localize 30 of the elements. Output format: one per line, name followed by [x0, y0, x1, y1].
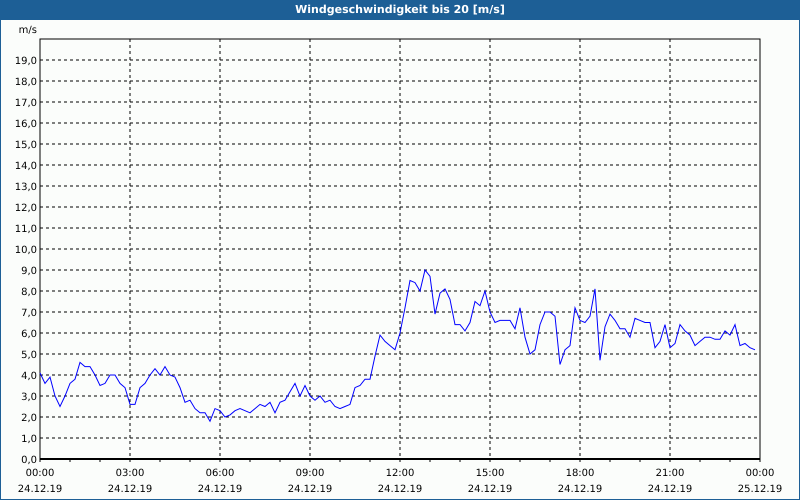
y-tick-label: 0,0 — [21, 455, 37, 466]
y-tick-label: 9,0 — [21, 266, 37, 277]
y-tick-label: 3,0 — [21, 392, 37, 403]
y-tick-label: 2,0 — [21, 413, 37, 424]
y-tick-label: 12,0 — [14, 203, 37, 214]
y-tick-label: 10,0 — [14, 245, 37, 256]
y-tick-label: 15,0 — [14, 140, 37, 151]
y-tick-label: 14,0 — [14, 161, 37, 172]
x-tick-label: 15:00 24.12.19 — [468, 468, 512, 495]
x-tick-label: 21:00 24.12.19 — [648, 468, 692, 495]
y-axis-unit: m/s — [18, 25, 37, 36]
y-tick-label: 8,0 — [21, 287, 37, 298]
x-tick-label: 12:00 24.12.19 — [378, 468, 422, 495]
x-tick-label: 18:00 24.12.19 — [558, 468, 602, 495]
x-tick-label: 06:00 24.12.19 — [198, 468, 242, 495]
y-tick-label: 7,0 — [21, 308, 37, 319]
y-tick-label: 13,0 — [14, 182, 37, 193]
y-tick-label: 17,0 — [14, 98, 37, 109]
y-tick-label: 16,0 — [14, 119, 37, 130]
y-tick-label: 5,0 — [21, 350, 37, 361]
x-tick-label: 09:00 24.12.19 — [288, 468, 332, 495]
y-tick-label: 4,0 — [21, 371, 37, 382]
y-tick-label: 19,0 — [14, 56, 37, 67]
x-tick-label: 00:00 24.12.19 — [18, 468, 62, 495]
y-tick-label: 1,0 — [21, 434, 37, 445]
x-tick-label: 03:00 24.12.19 — [108, 468, 152, 495]
y-tick-label: 6,0 — [21, 329, 37, 340]
x-tick-label: 00:00 25.12.19 — [738, 468, 782, 495]
y-tick-label: 11,0 — [14, 224, 37, 235]
y-tick-label: 18,0 — [14, 77, 37, 88]
